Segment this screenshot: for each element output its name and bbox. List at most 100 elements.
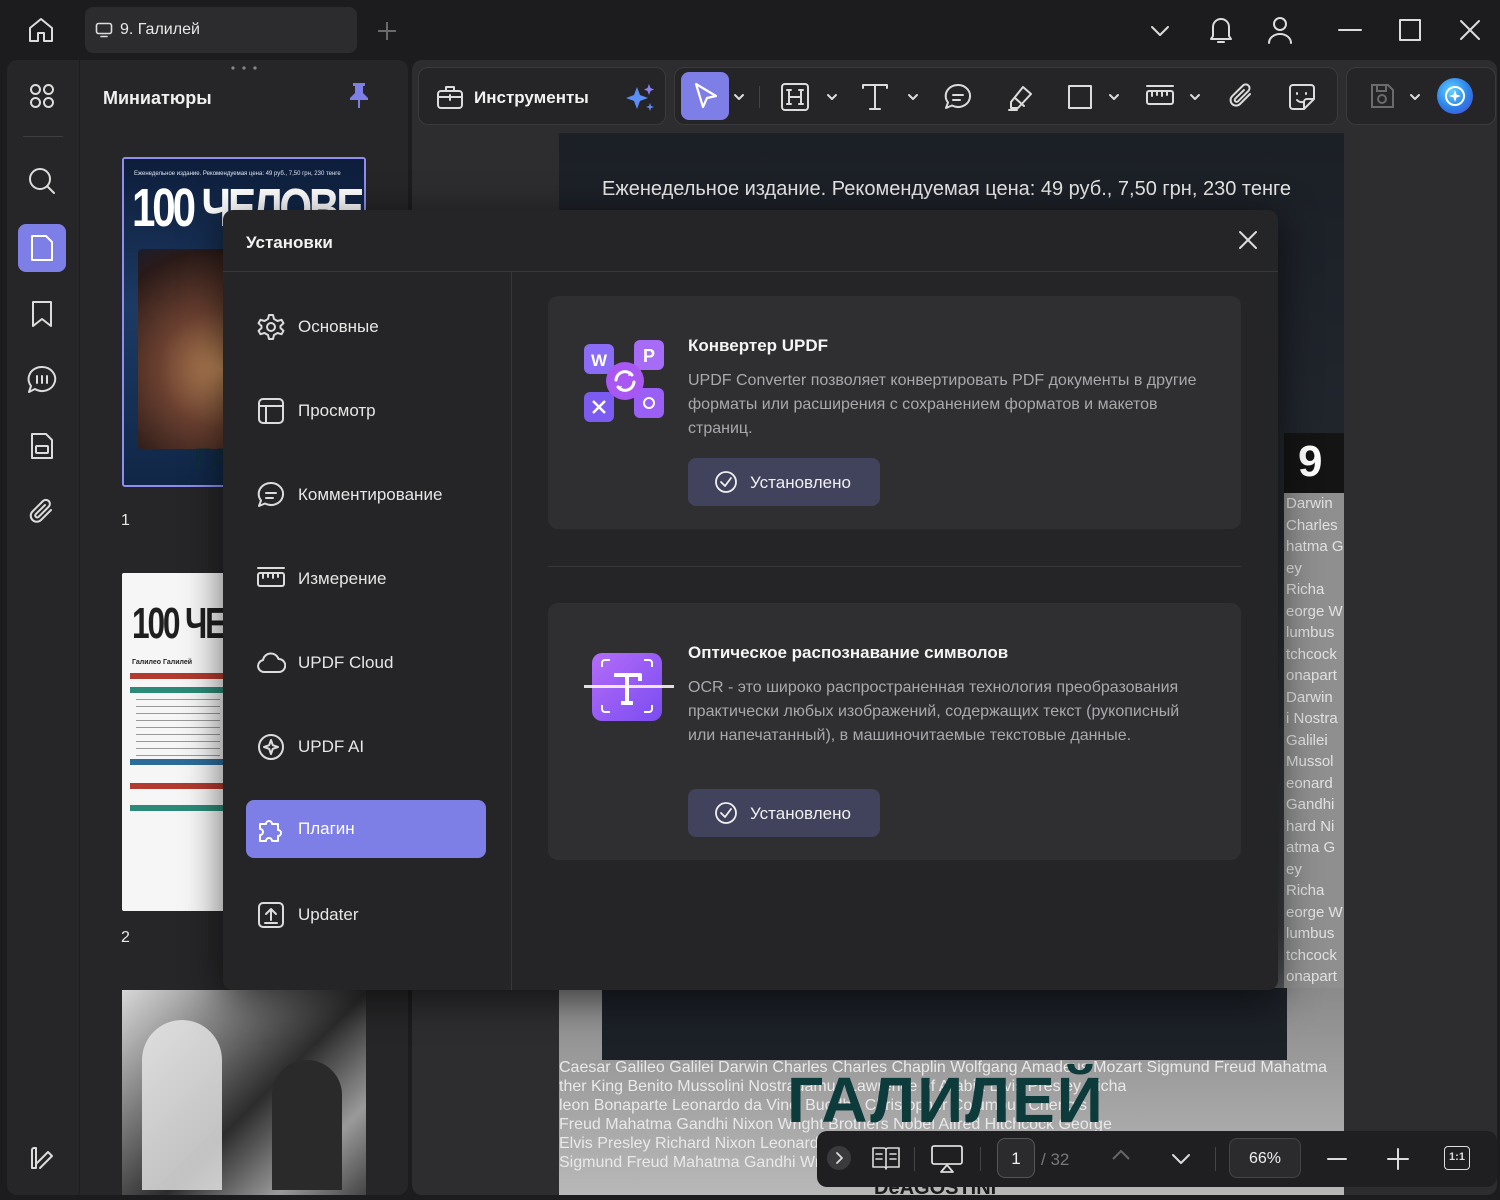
minimize-icon[interactable]	[1338, 28, 1362, 32]
chevron-up-icon[interactable]	[1110, 1148, 1132, 1162]
strip-name: atma G	[1286, 839, 1336, 856]
collage-frame	[602, 988, 1287, 1060]
maximize-icon[interactable]	[1398, 18, 1422, 42]
thumb2-bar	[130, 673, 226, 679]
modal-divider	[223, 271, 1278, 272]
chevron-down-icon[interactable]	[1189, 92, 1201, 102]
strip-name: Darwin	[1286, 688, 1333, 706]
page-number-2: 2	[121, 929, 130, 946]
puzzle-icon	[259, 820, 282, 842]
chevron-down-icon[interactable]	[826, 92, 838, 102]
divider	[980, 1147, 981, 1171]
page-number-1: 1	[121, 512, 130, 529]
strip-name: tchcock	[1286, 645, 1337, 663]
strip-name: onapart	[1286, 667, 1337, 684]
total-pages: / 32	[1041, 1150, 1070, 1169]
sticker-icon[interactable]	[1287, 82, 1317, 112]
thumb2-bar	[130, 759, 226, 765]
cover-header-text: Еженедельное издание. Рекомендуемая цена…	[602, 178, 1291, 200]
zoom-out-icon[interactable]	[1327, 1157, 1347, 1161]
highlighter-icon[interactable]	[1005, 82, 1035, 112]
reading-mode-icon[interactable]	[871, 1144, 901, 1172]
user-icon[interactable]	[1266, 14, 1294, 46]
card-divider	[548, 566, 1241, 567]
sidebar-toggle-icon[interactable]	[18, 1134, 66, 1182]
comments-icon[interactable]	[18, 356, 66, 404]
measure-icon[interactable]	[1145, 82, 1175, 112]
chevron-right-icon[interactable]	[827, 1146, 851, 1170]
save-group	[1346, 67, 1496, 125]
strip-name: ey Richa	[1286, 559, 1325, 599]
actual-size-button[interactable]: 1:1	[1444, 1146, 1470, 1170]
new-tab-icon[interactable]	[376, 20, 398, 42]
ai-icon	[258, 734, 284, 760]
drag-handle[interactable]	[230, 66, 258, 70]
chevron-down-icon[interactable]	[1108, 92, 1120, 102]
slideshow-icon[interactable]	[930, 1144, 964, 1174]
save-icon[interactable]	[1367, 81, 1397, 111]
comment-icon[interactable]	[943, 82, 973, 112]
attachment-icon[interactable]	[1227, 82, 1257, 112]
strip-name: lumbus	[1286, 925, 1335, 942]
strip-name: i Nostra	[1286, 710, 1338, 727]
nav-item-plugin[interactable]: Плагин	[246, 800, 486, 858]
nav-item-cloud[interactable]: UPDF Cloud	[246, 634, 486, 692]
ai-sparkle-icon[interactable]	[623, 81, 657, 115]
ruler-icon	[257, 567, 285, 587]
nav-label: UPDF Cloud	[298, 653, 394, 672]
heading-icon[interactable]	[780, 82, 810, 112]
nav-item-general[interactable]: Основные	[246, 298, 486, 356]
pin-icon[interactable]	[347, 80, 371, 110]
text-icon[interactable]	[860, 82, 890, 112]
chevron-down-icon[interactable]	[1170, 1152, 1192, 1166]
close-icon[interactable]	[1238, 230, 1258, 250]
chevron-down-icon[interactable]	[907, 92, 919, 102]
current-page-input[interactable]: 1	[997, 1138, 1035, 1178]
form-icon[interactable]	[18, 422, 66, 470]
comment-icon	[257, 481, 285, 507]
nav-item-commenting[interactable]: Комментирование	[246, 466, 486, 524]
bell-icon[interactable]	[1207, 14, 1235, 46]
zoom-in-icon[interactable]	[1387, 1148, 1409, 1170]
installed-button[interactable]: Установлено	[688, 458, 880, 506]
document-tab[interactable]: 9. Галилей	[85, 7, 357, 53]
nav-item-measure[interactable]: Измерение	[246, 550, 486, 608]
divider	[914, 1147, 915, 1171]
attachment-icon[interactable]	[18, 488, 66, 536]
ocr-icon	[584, 647, 674, 727]
thumb2-bar	[130, 805, 226, 811]
divider	[1215, 1147, 1216, 1171]
installed-button[interactable]: Установлено	[688, 789, 880, 837]
settings-modal: Установки Основные Просмотр Комментирова…	[223, 210, 1278, 990]
updf-ai-icon[interactable]	[1437, 78, 1473, 114]
nav-item-ai[interactable]: UPDF AI	[246, 718, 486, 776]
monitor-icon	[95, 22, 113, 38]
strip-name: Darwin	[1286, 495, 1333, 512]
chevron-down-icon[interactable]	[1409, 92, 1421, 102]
search-icon[interactable]	[18, 157, 66, 205]
select-tool[interactable]	[681, 72, 729, 120]
close-window-icon[interactable]	[1459, 19, 1481, 41]
home-icon[interactable]	[25, 14, 57, 46]
strip-name: Gandhi	[1286, 796, 1335, 813]
nav-item-updater[interactable]: Updater	[246, 886, 486, 944]
thumbnails-icon[interactable]	[18, 224, 66, 272]
zoom-level[interactable]: 66%	[1229, 1138, 1301, 1178]
strip-name: tchcock	[1286, 946, 1337, 964]
plugin-description: OCR - это широко распространенная технол…	[688, 679, 1180, 744]
thumb2-subtitle: Галилео Галилей	[132, 659, 193, 666]
nav-item-view[interactable]: Просмотр	[246, 382, 486, 440]
plugin-description: UPDF Converter позволяет конвертировать …	[688, 372, 1197, 437]
thumb2-bar	[130, 687, 226, 693]
thumbnail-page-3[interactable]	[122, 990, 366, 1195]
nav-label: Основные	[298, 317, 379, 336]
strip-name: Galilei	[1286, 731, 1328, 749]
chevron-down-icon[interactable]	[733, 92, 745, 102]
rectangle-icon[interactable]	[1065, 82, 1095, 112]
tools-label[interactable]: Инструменты	[474, 88, 589, 108]
chevron-down-icon[interactable]	[1148, 20, 1172, 42]
bookmark-icon[interactable]	[18, 290, 66, 338]
apps-grid-icon[interactable]	[18, 72, 66, 120]
toolbar: Инструменты	[418, 67, 1496, 125]
issue-badge: 9	[1284, 433, 1344, 493]
